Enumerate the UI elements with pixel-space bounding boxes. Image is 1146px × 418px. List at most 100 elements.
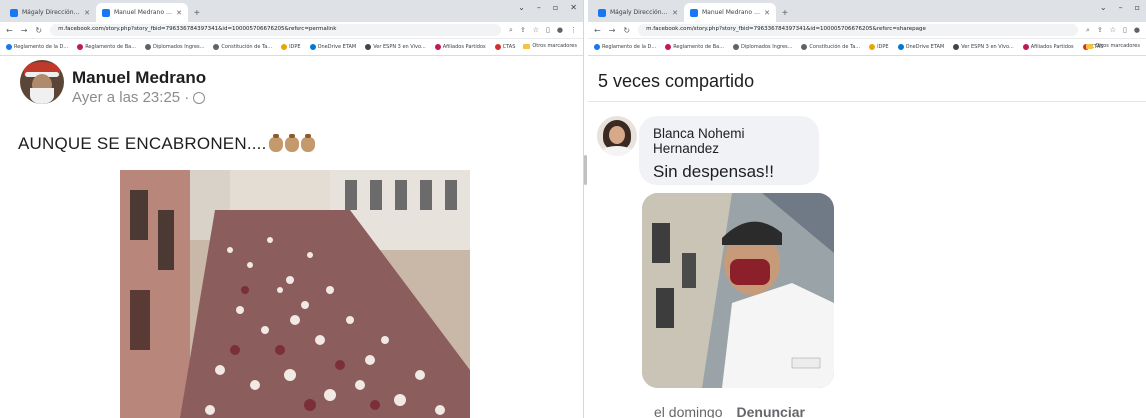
other-bookmarks[interactable]: Otros marcadores: [523, 43, 577, 49]
star-icon[interactable]: ☆: [533, 26, 539, 35]
tab-magaly[interactable]: Mágaly Dirección - Hay comentario ✕: [592, 3, 684, 22]
bookmark-item[interactable]: Afiliados Partidos: [434, 44, 486, 50]
post-meta: Ayer a las 23:25 ·: [72, 89, 206, 106]
bookmark-icon: [897, 44, 904, 50]
close-tab-icon[interactable]: ✕: [764, 9, 770, 17]
address-bar: ← → ↻ m.facebook.com/story.php?story_fbi…: [0, 22, 583, 39]
share-icon[interactable]: ⇪: [520, 26, 526, 35]
bookmark-item[interactable]: Constitución de Ta...: [801, 44, 860, 50]
star-icon[interactable]: ☆: [1110, 26, 1116, 35]
bookmark-item[interactable]: Constitución de Ta...: [213, 44, 272, 50]
url-input[interactable]: m.facebook.com/story.php?story_fbid=7963…: [638, 24, 1078, 36]
money-bag-emoji-icon: [284, 133, 299, 152]
crowd-photo-image: [120, 170, 470, 418]
post-timestamp[interactable]: Ayer a las 23:25 ·: [72, 89, 189, 106]
bookmark-item[interactable]: IDPE: [869, 44, 889, 50]
bookmark-item[interactable]: OneDrive ETAM: [309, 44, 356, 50]
share-count: 5 veces compartido: [598, 71, 755, 91]
comment-author[interactable]: Blanca Nohemi Hernandez: [653, 126, 805, 156]
bookmark-icon: [869, 44, 876, 50]
close-tab-icon[interactable]: ✕: [84, 9, 90, 17]
folder-icon: [523, 43, 531, 49]
poster-avatar[interactable]: [20, 60, 64, 104]
bookmark-icon: [434, 44, 441, 50]
close-tab-icon[interactable]: ✕: [176, 9, 182, 17]
bookmark-item[interactable]: Diplomados Ingres...: [732, 44, 792, 50]
bookmark-icon: [365, 44, 372, 50]
poster-name[interactable]: Manuel Medrano: [72, 68, 206, 88]
scrollbar-thumb[interactable]: [584, 155, 587, 185]
new-tab-icon[interactable]: +: [776, 8, 794, 22]
bookmarks-bar: Reglamento de la D... Reglamento de Ba..…: [0, 39, 583, 56]
bookmark-icon: [281, 44, 288, 50]
post-text: AUNQUE SE ENCABRONEN....: [18, 133, 315, 154]
bookmark-icon: [953, 44, 960, 50]
comment-bubble: Blanca Nohemi Hernandez Sin despensas!!: [639, 116, 819, 185]
comment-timestamp[interactable]: el domingo: [654, 404, 723, 418]
search-icon[interactable]: ⌕: [1086, 26, 1090, 35]
bookmark-item[interactable]: Diplomados Ingres...: [144, 44, 204, 50]
maximize-icon[interactable]: ▫: [1135, 3, 1140, 12]
bookmark-item[interactable]: Reglamento de Ba...: [665, 44, 724, 50]
bookmark-icon: [665, 44, 672, 50]
facebook-favicon-icon: [598, 8, 606, 17]
bookmark-icon: [1022, 44, 1029, 50]
sidepanel-icon[interactable]: ▯: [546, 26, 550, 35]
forward-icon[interactable]: →: [609, 26, 616, 35]
profile-icon[interactable]: ●: [557, 26, 563, 35]
commenter-avatar[interactable]: [597, 116, 637, 156]
comment-photo[interactable]: [642, 193, 834, 388]
facebook-favicon-icon: [102, 8, 110, 17]
profile-icon[interactable]: ●: [1134, 26, 1140, 35]
bookmark-item[interactable]: CTAS: [494, 44, 515, 50]
report-button[interactable]: Denunciar: [737, 404, 805, 418]
money-bag-emoji-icon: [268, 133, 283, 152]
back-icon[interactable]: ←: [6, 26, 13, 35]
globe-icon: [193, 91, 206, 104]
comment-actions: el domingo Denunciar: [654, 404, 805, 418]
bookmark-item[interactable]: Reglamento de la D...: [594, 44, 656, 50]
tab-label: Manuel Medrano - AUNQUE SE ENC: [114, 9, 172, 16]
bookmark-icon: [594, 44, 600, 50]
toolbar-icons: ⌕ ⇪ ☆ ▯ ● ⋮: [509, 26, 577, 35]
bookmark-item[interactable]: Ver ESPN 3 en Vivo...: [953, 44, 1014, 50]
comment-text: Sin despensas!!: [653, 162, 774, 181]
tab-bar: Mágaly Dirección - Hay comentario ✕ Manu…: [0, 0, 583, 22]
url-input[interactable]: m.facebook.com/story.php?story_fbid=7963…: [50, 24, 501, 36]
tab-label: Manuel Medrano - AUNQUE SE: [702, 9, 760, 16]
reload-icon[interactable]: ↻: [35, 26, 42, 35]
bookmark-item[interactable]: OneDrive ETAM: [897, 44, 944, 50]
minimize-icon[interactable]: –: [537, 3, 541, 12]
left-browser-window: Mágaly Dirección - Hay comentario ✕ Manu…: [0, 0, 583, 418]
chevron-down-icon[interactable]: ⌄: [1100, 3, 1107, 12]
minimize-icon[interactable]: –: [1119, 3, 1123, 12]
new-tab-icon[interactable]: +: [188, 8, 206, 22]
post-header: Manuel Medrano Ayer a las 23:25 ·: [20, 60, 206, 106]
bookmark-item[interactable]: Afiliados Partidos: [1022, 44, 1074, 50]
bookmark-icon: [494, 44, 501, 50]
maximize-icon[interactable]: ▫: [553, 3, 558, 12]
menu-icon[interactable]: ⋮: [570, 26, 577, 35]
facebook-favicon-icon: [690, 8, 698, 17]
bookmark-item[interactable]: Ver ESPN 3 en Vivo...: [365, 44, 426, 50]
tab-manuel-medrano[interactable]: Manuel Medrano - AUNQUE SE ENC ✕: [96, 3, 188, 22]
tab-magaly[interactable]: Mágaly Dirección - Hay comentario ✕: [4, 3, 96, 22]
search-icon[interactable]: ⌕: [509, 26, 513, 35]
folder-icon: [1086, 43, 1094, 49]
reload-icon[interactable]: ↻: [623, 26, 630, 35]
sidepanel-icon[interactable]: ▯: [1123, 26, 1127, 35]
share-icon[interactable]: ⇪: [1097, 26, 1103, 35]
bookmark-item[interactable]: Reglamento de Ba...: [77, 44, 136, 50]
other-bookmarks[interactable]: Otros marcadores: [1086, 43, 1140, 49]
close-window-icon[interactable]: ✕: [570, 3, 577, 12]
bookmark-item[interactable]: IDPE: [281, 44, 301, 50]
post-photo[interactable]: [120, 170, 470, 418]
close-tab-icon[interactable]: ✕: [672, 9, 678, 17]
bookmark-item[interactable]: Reglamento de la D...: [6, 44, 68, 50]
back-icon[interactable]: ←: [594, 26, 601, 35]
forward-icon[interactable]: →: [21, 26, 28, 35]
tab-manuel-medrano[interactable]: Manuel Medrano - AUNQUE SE ✕: [684, 3, 776, 22]
money-bag-emoji-icon: [300, 133, 315, 152]
chevron-down-icon[interactable]: ⌄: [518, 3, 525, 12]
selfie-photo-image: [642, 193, 834, 388]
